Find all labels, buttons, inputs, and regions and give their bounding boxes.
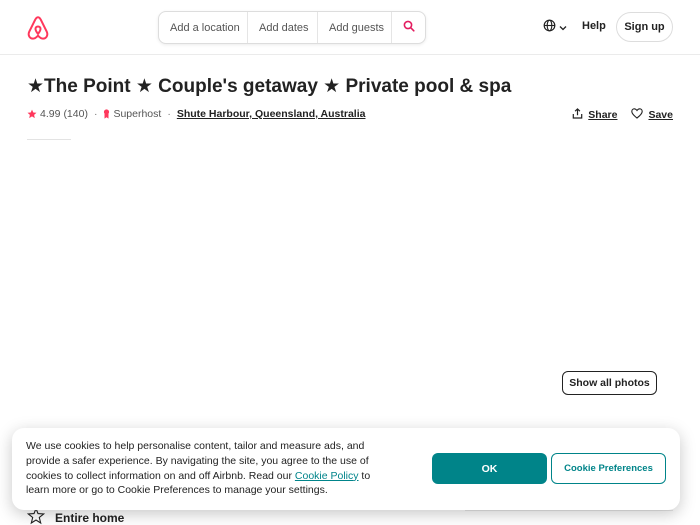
show-all-photos-button[interactable]: Show all photos xyxy=(562,371,657,395)
location-link[interactable]: Shute Harbour, Queensland, Australia xyxy=(177,108,366,120)
separator-dot: · xyxy=(93,108,98,120)
cookie-policy-link[interactable]: Cookie Policy xyxy=(295,470,359,482)
property-type: Entire home xyxy=(55,510,125,525)
share-label: Share xyxy=(588,109,618,121)
divider xyxy=(27,139,71,140)
heart-icon xyxy=(631,108,644,122)
chevron-down-icon xyxy=(559,19,567,37)
star-icon xyxy=(27,109,37,119)
superhost-badge: Superhost xyxy=(113,108,162,120)
superhost-icon xyxy=(103,109,110,119)
cookie-ok-button[interactable]: OK xyxy=(432,453,547,484)
location-field[interactable]: Add a location xyxy=(159,12,247,43)
guests-field[interactable]: Add guests xyxy=(317,12,391,43)
search-bar[interactable]: Add a location Add dates Add guests xyxy=(158,11,426,44)
site-header: Add a location Add dates Add guests Help… xyxy=(0,0,700,55)
airbnb-logo[interactable] xyxy=(26,15,50,41)
language-button[interactable] xyxy=(543,19,567,37)
share-icon xyxy=(572,108,583,122)
save-label: Save xyxy=(648,109,673,121)
cookie-banner: We use cookies to help personalise conte… xyxy=(12,428,680,510)
review-count[interactable]: (140) xyxy=(63,108,88,120)
cookie-preferences-button[interactable]: Cookie Preferences xyxy=(551,453,666,484)
listing-meta: 4.99 (140) · Superhost · Shute Harbour, … xyxy=(27,106,365,122)
cookie-text: We use cookies to help personalise conte… xyxy=(26,439,386,498)
help-link[interactable]: Help xyxy=(582,20,606,32)
listing-title: ★The Point ★ Couple's getaway ★ Private … xyxy=(27,76,512,97)
rating-value: 4.99 xyxy=(40,108,61,120)
dates-field[interactable]: Add dates xyxy=(247,12,317,43)
separator-dot: · xyxy=(167,108,171,120)
booking-panel-edge xyxy=(465,510,673,511)
listing-actions: Share Save xyxy=(572,108,673,122)
save-button[interactable]: Save xyxy=(631,108,673,122)
globe-icon xyxy=(543,19,556,37)
share-button[interactable]: Share xyxy=(572,108,617,122)
signup-button[interactable]: Sign up xyxy=(616,12,673,42)
search-icon xyxy=(403,20,415,35)
search-button[interactable] xyxy=(391,12,425,43)
